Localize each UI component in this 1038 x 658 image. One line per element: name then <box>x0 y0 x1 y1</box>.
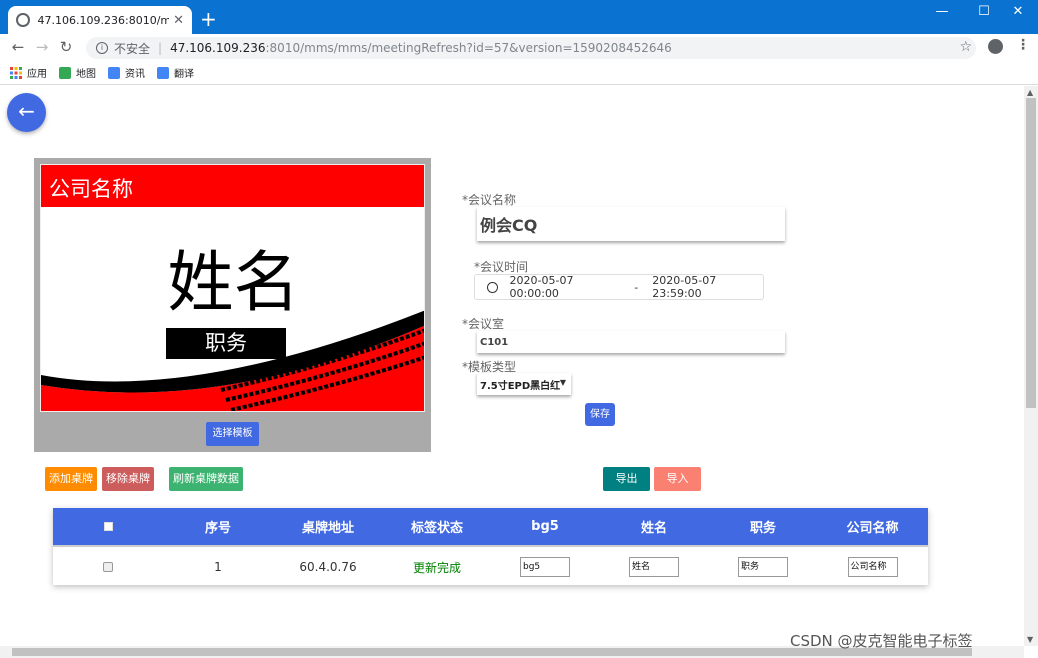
bookmark-label: 地图 <box>76 69 96 80</box>
row-name-cell: 姓名 <box>599 557 709 577</box>
vertical-scroll-thumb[interactable] <box>1026 98 1036 408</box>
address-bar[interactable]: i 不安全 | 47.106.109.236 :8010/mms/mms/mee… <box>86 37 976 59</box>
badge-table: 序号 桌牌地址 标签状态 bg5 姓名 职务 公司名称 1 60.4.0.76 … <box>53 508 928 585</box>
url-separator: | <box>158 41 163 55</box>
bookmark-news[interactable]: 资讯 <box>108 65 145 80</box>
minimize-button[interactable]: — <box>922 4 962 19</box>
row-checkbox[interactable] <box>103 562 113 572</box>
header-company: 公司名称 <box>846 521 899 536</box>
room-input[interactable]: C101 <box>477 331 785 353</box>
tab-close-icon[interactable]: ✕ <box>173 13 184 28</box>
header-index: 序号 <box>204 521 231 536</box>
new-tab-button[interactable]: + <box>200 8 217 30</box>
name-input[interactable]: 姓名 <box>629 557 679 577</box>
reload-icon[interactable]: ↻ <box>56 38 76 56</box>
header-position: 职务 <box>749 521 776 536</box>
bg5-input[interactable]: bg5 <box>520 557 570 577</box>
security-label: 不安全 <box>114 41 151 56</box>
browser-tab[interactable]: 47.106.109.236:8010/mms/mms ✕ <box>8 6 192 34</box>
url-host: 47.106.109.236 <box>170 41 266 55</box>
room-label: *会议室 <box>462 317 505 331</box>
chevron-down-icon: ▼ <box>559 378 566 387</box>
translate-icon <box>157 66 169 79</box>
badge-position: 职务 <box>166 328 286 359</box>
bookmark-maps[interactable]: 地图 <box>59 65 96 80</box>
template-type-value: 7.5寸EPD黑白红 <box>480 380 561 392</box>
bookmark-label: 应用 <box>27 69 47 80</box>
range-separator: - <box>634 280 639 294</box>
start-time[interactable]: 2020-05-07 00:00:00 <box>510 274 621 300</box>
bookmark-apps[interactable]: 应用 <box>10 65 47 80</box>
info-icon[interactable]: i <box>96 42 108 54</box>
page-content: ← 公司名称 姓名 职务 选择模板 *会议名称 例会CQ *会议时间 2020-… <box>0 86 1024 646</box>
forward-nav-icon[interactable]: → <box>32 38 52 56</box>
import-button[interactable]: 导入 <box>654 467 701 491</box>
row-address: 60.4.0.76 <box>299 560 357 574</box>
watermark: CSDN @皮克智能电子标签 <box>790 632 973 650</box>
table-header: 序号 桌牌地址 标签状态 bg5 姓名 职务 公司名称 <box>53 508 928 547</box>
badge-name: 姓名 <box>167 244 300 321</box>
header-status: 标签状态 <box>410 521 463 536</box>
bookmark-star-icon[interactable]: ☆ <box>959 39 972 55</box>
export-button[interactable]: 导出 <box>603 467 650 491</box>
back-nav-icon[interactable]: ← <box>8 38 28 56</box>
bookmark-label: 资讯 <box>125 69 145 80</box>
scroll-up-icon[interactable]: ▲ <box>1027 88 1033 97</box>
vertical-scrollbar[interactable]: ▲ ▼ <box>1024 86 1038 646</box>
refresh-badge-data-button[interactable]: 刷新桌牌数据 <box>169 467 243 491</box>
row-index: 1 <box>214 560 222 574</box>
header-name: 姓名 <box>640 521 667 536</box>
add-badge-button[interactable]: 添加桌牌 <box>45 467 97 491</box>
template-type-select[interactable]: 7.5寸EPD黑白红 ▼ <box>477 373 571 395</box>
news-icon <box>108 66 120 79</box>
browser-titlebar: 47.106.109.236:8010/mms/mms ✕ + — ☐ ✕ <box>0 0 1038 34</box>
select-all-checkbox[interactable] <box>103 522 113 531</box>
back-button[interactable]: ← <box>7 93 46 132</box>
globe-icon <box>16 13 30 27</box>
row-position-cell: 职务 <box>709 557 817 577</box>
row-bg5-cell: bg5 <box>491 557 599 577</box>
url-path: :8010/mms/mms/meetingRefresh?id=57&versi… <box>265 41 672 55</box>
position-input[interactable]: 职务 <box>738 557 788 577</box>
bookmark-translate[interactable]: 翻译 <box>157 65 194 80</box>
browser-toolbar: ← → ↻ i 不安全 | 47.106.109.236 :8010/mms/m… <box>0 34 1038 61</box>
menu-icon[interactable]: ⋮ <box>1016 37 1030 53</box>
row-company-cell: 公司名称 <box>817 557 928 577</box>
meeting-name-input[interactable]: 例会CQ <box>477 207 785 241</box>
tab-title: 47.106.109.236:8010/mms/mms <box>37 13 170 27</box>
header-address: 桌牌地址 <box>301 521 354 536</box>
profile-icon[interactable] <box>988 39 1003 54</box>
meeting-name-label: *会议名称 <box>462 193 517 207</box>
remove-badge-button[interactable]: 移除桌牌 <box>102 467 154 491</box>
choose-template-button[interactable]: 选择模板 <box>206 422 259 446</box>
company-input[interactable]: 公司名称 <box>847 557 898 577</box>
bookmarks-bar: 应用 地图 资讯 翻译 <box>0 61 1038 85</box>
badge-card: 公司名称 姓名 职务 <box>40 164 425 412</box>
header-bg5: bg5 <box>531 519 559 534</box>
row-select-cell <box>53 562 163 572</box>
save-button[interactable]: 保存 <box>585 403 615 426</box>
meeting-time-range[interactable]: 2020-05-07 00:00:00 - 2020-05-07 23:59:0… <box>474 274 764 300</box>
close-window-button[interactable]: ✕ <box>998 4 1038 19</box>
clock-icon <box>487 281 498 293</box>
scroll-down-icon[interactable]: ▼ <box>1027 635 1033 644</box>
bookmark-label: 翻译 <box>174 69 194 80</box>
row-status: 更新完成 <box>412 560 461 575</box>
meeting-time-label: *会议时间 <box>474 260 529 274</box>
maps-icon <box>59 66 71 79</box>
badge-preview-panel: 公司名称 姓名 职务 选择模板 <box>34 158 431 452</box>
header-select-cell <box>53 522 163 531</box>
table-row: 1 60.4.0.76 更新完成 bg5 姓名 职务 公司名称 <box>53 549 928 585</box>
apps-grid-icon <box>10 66 22 79</box>
end-time[interactable]: 2020-05-07 23:59:00 <box>652 274 763 300</box>
badge-company: 公司名称 <box>49 177 133 201</box>
